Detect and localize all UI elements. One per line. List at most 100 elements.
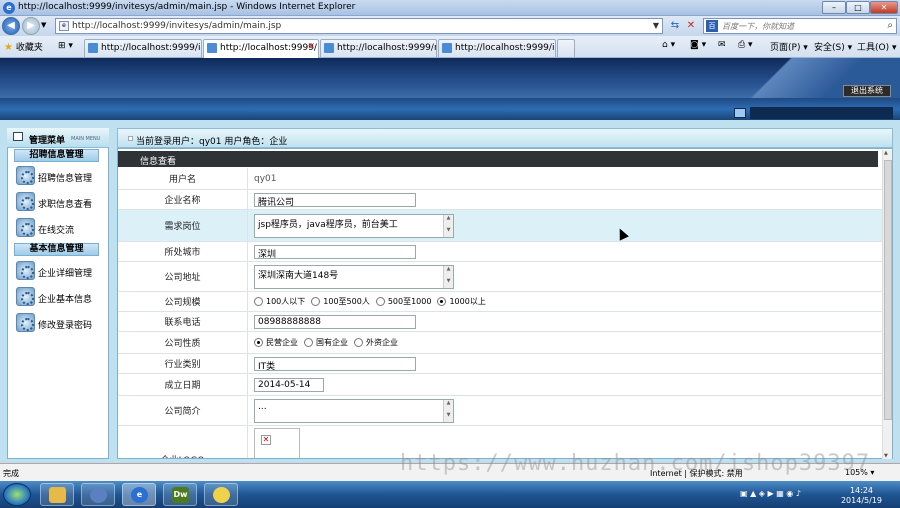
scroll-down-icon[interactable]: ▼ bbox=[884, 453, 888, 459]
url-dropdown-icon[interactable]: ▼ bbox=[653, 21, 659, 30]
back-button[interactable]: ◀ bbox=[2, 17, 20, 35]
start-button[interactable] bbox=[3, 483, 31, 506]
field-label: 企业名称 bbox=[118, 190, 248, 209]
taskbar-media[interactable] bbox=[81, 483, 115, 506]
form-row-industry: 行业类别 IT类 bbox=[118, 354, 882, 374]
textarea-scrollbar[interactable]: ▲ ▼ bbox=[443, 399, 453, 422]
home-icon[interactable]: ⌂ ▾ bbox=[662, 40, 675, 50]
search-icon[interactable]: ⌕ bbox=[887, 20, 893, 31]
scale-radio-3[interactable]: 1000以上 bbox=[437, 296, 486, 307]
feeds-icon[interactable]: ◙ ▾ bbox=[690, 40, 706, 50]
tab-label: http://localhost:9999/inv... bbox=[455, 43, 555, 53]
mail-icon[interactable]: ✉ bbox=[718, 40, 726, 50]
field-label: 公司规模 bbox=[118, 292, 248, 311]
safety-menu[interactable]: 安全(S) ▾ bbox=[814, 40, 852, 53]
address-text: 深圳深南大道148号 bbox=[258, 270, 339, 281]
page-icon bbox=[88, 43, 98, 53]
page-menu[interactable]: 页面(P) ▾ bbox=[770, 40, 808, 53]
tab-4[interactable]: http://localhost:9999/inv... bbox=[438, 39, 556, 57]
app-banner bbox=[0, 58, 900, 98]
search-field[interactable]: 百 百度一下，你就知道 ⌕ bbox=[703, 18, 897, 34]
scroll-up-icon[interactable]: ▲ bbox=[884, 150, 888, 156]
taskbar-dreamweaver[interactable]: Dw bbox=[163, 483, 197, 506]
compat-view-icon[interactable]: ⇆ bbox=[668, 19, 682, 33]
address-textarea[interactable]: 深圳深南大道148号 ▲ ▼ bbox=[254, 264, 454, 289]
sidebar-item-company-basic[interactable]: 企业基本信息 bbox=[16, 286, 106, 308]
sidebar-item-recruit-manage[interactable]: 招聘信息管理 bbox=[16, 165, 106, 187]
positions-textarea[interactable]: jsp程序员，java程序员，前台美工 ▲ ▼ bbox=[254, 213, 454, 238]
ie-icon: e bbox=[131, 487, 148, 503]
sidebar-item-company-detail[interactable]: 企业详细管理 bbox=[16, 260, 106, 282]
taskbar-explorer[interactable] bbox=[40, 483, 74, 506]
intro-text: ... bbox=[258, 401, 267, 412]
forward-button[interactable]: ▶ bbox=[22, 17, 40, 35]
stop-icon[interactable]: ✕ bbox=[684, 19, 698, 33]
nature-radio-1[interactable]: 国有企业 bbox=[304, 337, 348, 348]
radio-circle bbox=[254, 338, 263, 347]
form-row-intro: 公司简介 ... ▲ ▼ bbox=[118, 396, 882, 426]
sidebar-item-label: 企业详细管理 bbox=[38, 269, 93, 279]
scale-radio-2[interactable]: 500至1000 bbox=[375, 296, 431, 307]
app-icon bbox=[213, 487, 230, 503]
tab-2[interactable]: http://localhost:9999/... ✕ bbox=[203, 39, 319, 58]
tray-icons[interactable]: ▣ ▲ ◈ ▶ ▦ ◉ ♪ bbox=[740, 489, 801, 498]
field-label: 行业类别 bbox=[118, 354, 248, 373]
minimize-button[interactable]: – bbox=[822, 1, 846, 14]
sidebar-group-recruit[interactable]: 招聘信息管理 bbox=[14, 149, 99, 162]
taskbar-ie[interactable]: e bbox=[122, 483, 156, 506]
sidebar-header: 管理菜单 MAIN MENU bbox=[7, 128, 109, 148]
field-label: 联系电话 bbox=[118, 312, 248, 331]
city-input[interactable]: 深圳 bbox=[254, 244, 416, 259]
banner-bar bbox=[750, 107, 893, 119]
radio-circle bbox=[437, 297, 447, 306]
company-name-input[interactable]: 腾讯公司 bbox=[254, 192, 416, 207]
nature-radio-2[interactable]: 外资企业 bbox=[354, 337, 398, 348]
clock-date: 2014/5/19 bbox=[840, 496, 882, 505]
page-icon: e bbox=[59, 21, 69, 31]
taskbar-app[interactable] bbox=[204, 483, 238, 506]
sidebar-item-jobseek-view[interactable]: 求职信息查看 bbox=[16, 191, 106, 213]
gear-icon bbox=[16, 166, 35, 185]
url-field[interactable]: e http://localhost:9999/invitesys/admin/… bbox=[55, 18, 663, 34]
close-window-button[interactable]: ✕ bbox=[870, 1, 898, 14]
intro-textarea[interactable]: ... ▲ ▼ bbox=[254, 398, 454, 423]
info-form: 用户名 qy01 企业名称 腾讯公司 需求岗位 jsp程序员，java程序员，前… bbox=[118, 168, 882, 458]
phone-input[interactable]: 08988888888 bbox=[254, 314, 416, 329]
tab-1[interactable]: http://localhost:9999/inv... bbox=[84, 39, 202, 57]
gear-icon bbox=[16, 218, 35, 237]
logout-button[interactable]: 退出系统 bbox=[843, 85, 891, 97]
sidebar-item-online-chat[interactable]: 在线交流 bbox=[16, 217, 106, 239]
page-scrollbar[interactable]: ▲ ▼ bbox=[882, 150, 892, 459]
close-tab-icon[interactable]: ✕ bbox=[307, 42, 315, 52]
founded-date-input[interactable]: 2014-05-14 bbox=[254, 377, 324, 392]
scrollbar-thumb[interactable] bbox=[884, 160, 892, 420]
industry-input[interactable]: IT类 bbox=[254, 356, 416, 371]
form-row-username: 用户名 qy01 bbox=[118, 168, 882, 190]
sidebar-item-label: 在线交流 bbox=[38, 226, 75, 236]
sidebar-group-basic[interactable]: 基本信息管理 bbox=[14, 243, 99, 256]
nature-radio-0[interactable]: 民营企业 bbox=[254, 337, 298, 348]
textarea-scrollbar[interactable]: ▲ ▼ bbox=[443, 265, 453, 288]
gear-icon bbox=[16, 261, 35, 280]
gear-icon bbox=[16, 313, 35, 332]
sidebar-item-change-password[interactable]: 修改登录密码 bbox=[16, 312, 106, 334]
tab-3[interactable]: http://localhost:9999/my... bbox=[320, 39, 437, 57]
panel-header: 信息查看 bbox=[118, 151, 878, 167]
new-tab-button[interactable] bbox=[557, 39, 575, 57]
form-row-company: 企业名称 腾讯公司 bbox=[118, 190, 882, 210]
scale-radio-1[interactable]: 100至500人 bbox=[311, 296, 370, 307]
quick-tabs-icon[interactable]: ⊞ ▾ bbox=[58, 41, 73, 51]
scale-radio-0[interactable]: 100人以下 bbox=[254, 296, 305, 307]
tab-label: http://localhost:9999/... bbox=[220, 43, 319, 53]
history-dropdown-icon[interactable]: ▼ bbox=[41, 21, 46, 29]
tools-menu[interactable]: 工具(O) ▾ bbox=[857, 40, 897, 53]
form-row-city: 所处城市 深圳 bbox=[118, 242, 882, 262]
print-icon[interactable]: ⎙ ▾ bbox=[738, 40, 753, 50]
positions-text: jsp程序员，java程序员，前台美工 bbox=[258, 219, 398, 230]
textarea-scrollbar[interactable]: ▲ ▼ bbox=[443, 214, 453, 237]
clock[interactable]: 14:24 2014/5/19 bbox=[841, 486, 882, 506]
username-value: qy01 bbox=[254, 173, 277, 184]
favorites-button[interactable]: ★ 收藏夹 bbox=[4, 40, 43, 53]
radio-label: 外资企业 bbox=[366, 338, 398, 347]
maximize-button[interactable]: □ bbox=[846, 1, 870, 14]
